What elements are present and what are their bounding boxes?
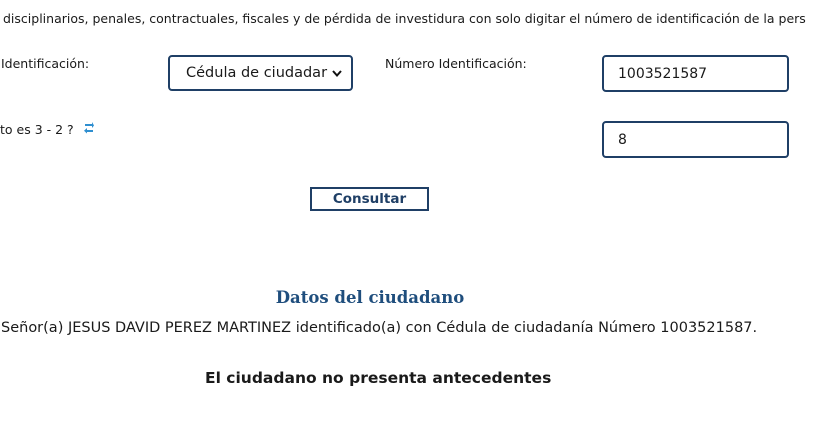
id-number-value: 1003521587 <box>618 65 708 82</box>
consultation-page: disciplinarios, penales, contractuales, … <box>0 0 815 442</box>
consultar-button[interactable]: Consultar <box>310 187 429 211</box>
section-title: Datos del ciudadano <box>275 288 465 307</box>
captcha-question: to es 3 - 2 ? <box>0 122 74 137</box>
result-status-text: El ciudadano no presenta antecedentes <box>205 369 552 387</box>
id-type-label: Identificación: <box>1 56 90 71</box>
captcha-answer-input[interactable]: 8 <box>602 121 789 158</box>
id-type-selected-value: Cédula de ciudadar <box>186 65 328 81</box>
refresh-icon[interactable] <box>83 121 95 134</box>
chevron-down-icon <box>332 70 342 78</box>
intro-text: disciplinarios, penales, contractuales, … <box>3 11 806 26</box>
id-type-select[interactable]: Cédula de ciudadar <box>168 55 353 91</box>
id-number-label: Número Identificación: <box>385 56 527 71</box>
captcha-answer-value: 8 <box>618 131 627 148</box>
citizen-info-text: Señor(a) JESUS DAVID PEREZ MARTINEZ iden… <box>1 320 758 336</box>
id-number-input[interactable]: 1003521587 <box>602 55 789 92</box>
